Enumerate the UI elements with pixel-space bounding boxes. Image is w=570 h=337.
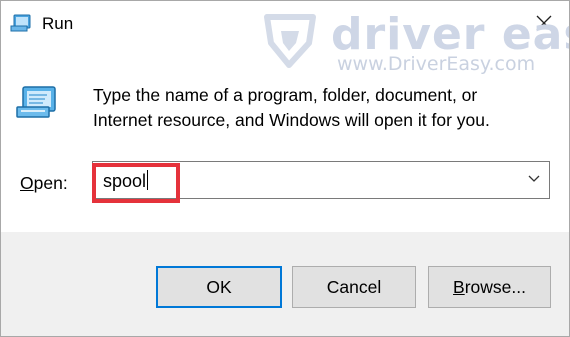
title-bar: Run [1, 1, 569, 47]
close-button[interactable] [527, 7, 561, 39]
chevron-down-icon[interactable] [528, 175, 540, 183]
run-dialog: Run driver easy www.DriverEasy.com Type … [0, 0, 570, 337]
close-icon [536, 15, 552, 31]
run-icon [10, 14, 31, 32]
browse-accelerator: B [453, 276, 465, 297]
browse-button[interactable]: Browse... [428, 266, 551, 308]
window-title: Run [42, 14, 74, 33]
instruction-line-2: Internet resource, and Windows will open… [93, 109, 490, 130]
text-caret [147, 170, 149, 190]
open-label-text: pen: [33, 173, 68, 193]
browse-label: rowse... [464, 276, 526, 297]
ok-button[interactable]: OK [156, 266, 282, 308]
open-input-value: spool [103, 171, 147, 191]
watermark-url: www.DriverEasy.com [337, 53, 536, 75]
open-label: Open: [20, 173, 68, 194]
cancel-button[interactable]: Cancel [292, 266, 416, 308]
open-combobox[interactable]: spool [92, 161, 550, 199]
open-label-accelerator: O [20, 173, 34, 193]
run-program-icon [16, 86, 56, 118]
instruction-text: Type the name of a program, folder, docu… [93, 83, 533, 132]
open-input[interactable]: spool [103, 170, 149, 192]
instruction-line-1: Type the name of a program, folder, docu… [93, 85, 478, 105]
